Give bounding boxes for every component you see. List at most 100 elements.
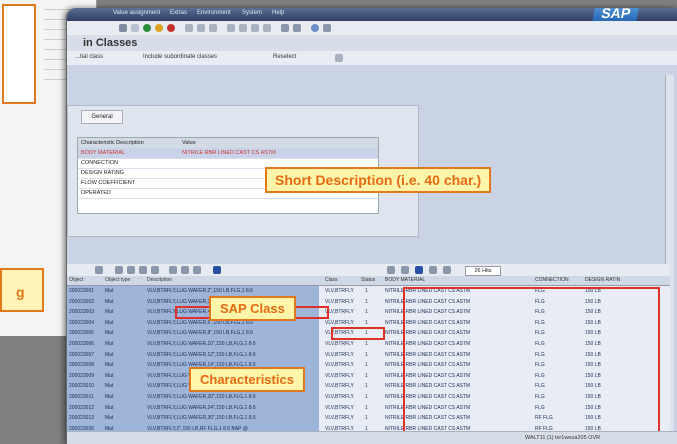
cell-desc: VLV,BTRFLY,LUG WAFER,10",150 LB,FLG,1 8.… (147, 341, 256, 347)
menu-help[interactable]: Help (272, 10, 284, 16)
status-bar: WALT11 (1) tsr1weua205 OVR (67, 431, 677, 444)
sort-desc-icon[interactable] (127, 266, 135, 274)
cell-desc: VLV,BTRFLY,LUG WAFER,24",150 LB,FLG,1 8.… (147, 404, 256, 411)
cell-obj: 200023010 (69, 383, 95, 390)
grid-header: Object Object type Description Class Sta… (67, 276, 670, 286)
cell-st: 1 (365, 341, 368, 347)
cell-desc: VLV,BTRFLY,LUG WAFER,8",150 LB,FLG,1 8.6 (147, 330, 253, 337)
cell-cls: VLV,BTRFLY (325, 415, 354, 422)
char-value[interactable]: NITRILE RBR LINED CAST CS ASTM (182, 150, 276, 156)
last-page-icon[interactable] (263, 24, 271, 32)
cell-cls: VLV,BTRFLY (325, 298, 354, 305)
background-callout: g (0, 268, 44, 312)
menu-system[interactable]: System (242, 10, 262, 16)
col-description[interactable]: Description (147, 277, 172, 283)
reselect-button[interactable]: Reselect (273, 54, 296, 60)
sap-main-window: Value assignment Extras Environment Syst… (66, 8, 677, 444)
include-subordinate-classes-button[interactable]: Include subordinate classes (143, 54, 217, 60)
cell-st: 1 (365, 351, 368, 358)
cell-obj: 200023002 (69, 298, 95, 305)
prev-page-icon[interactable] (239, 24, 247, 32)
cell-desc: VLV,BTRFLY,LUG WAFER,2",150 LB,FLG,1 8.6 (147, 288, 253, 294)
initial-class-button[interactable]: ...tial class (75, 54, 103, 60)
variant-icon[interactable] (443, 266, 451, 274)
export-icon[interactable] (181, 266, 189, 274)
cell-obj: 200023013 (69, 415, 95, 422)
find-next-icon[interactable] (209, 24, 217, 32)
page-title: in Classes (83, 37, 138, 49)
standard-toolbar (67, 21, 677, 36)
cell-st: 1 (365, 298, 368, 305)
cell-type: Mat (105, 288, 114, 294)
save-icon[interactable] (415, 266, 423, 274)
cell-type: Mat (105, 415, 114, 422)
char-header-value: Value (182, 140, 196, 146)
sap-class-callout: SAP Class (209, 296, 296, 321)
refresh-icon[interactable] (429, 266, 437, 274)
col-design-rating[interactable]: DESIGN RATIN (585, 277, 620, 283)
cell-st: 1 (365, 372, 368, 379)
cell-st: 1 (365, 309, 368, 316)
cell-cls: VLV,BTRFLY (325, 362, 354, 369)
menu-extras[interactable]: Extras (170, 10, 187, 16)
background-callout-text: g (16, 284, 25, 300)
exit-icon[interactable] (155, 24, 163, 32)
sort-asc-icon[interactable] (115, 266, 123, 274)
settings-icon[interactable] (335, 54, 343, 62)
info-icon[interactable] (213, 266, 221, 274)
col-connection[interactable]: CONNECTION (535, 277, 569, 283)
cell-st: 1 (365, 394, 368, 400)
col-status[interactable]: Status (361, 277, 375, 283)
cell-cls: VLV,BTRFLY (325, 372, 354, 379)
find-icon[interactable] (197, 24, 205, 32)
cell-type: Mat (105, 351, 114, 358)
cell-desc: VLV,BTRFLY,LUG WAFER,30",150 LB,FLG,1 8.… (147, 415, 256, 422)
background-red-frame (2, 4, 36, 104)
next-page-icon[interactable] (251, 24, 259, 32)
command-field-icon[interactable] (119, 24, 127, 32)
layout-grid-icon[interactable] (193, 266, 201, 274)
filter-icon[interactable] (139, 266, 147, 274)
char-name: CONNECTION (81, 160, 118, 166)
cancel-icon[interactable] (167, 24, 175, 32)
cell-desc: VLV,BTRFLY,LUG WAFER,12",150 LB,FLG,1 8.… (147, 351, 256, 358)
cell-type: Mat (105, 372, 114, 379)
col-body-material[interactable]: BODY MATERIAL (385, 277, 425, 283)
short-description-callout: Short Description (i.e. 40 char.) (265, 167, 492, 193)
cell-type: Mat (105, 298, 114, 305)
select-all-icon[interactable] (387, 266, 395, 274)
first-page-icon[interactable] (227, 24, 235, 32)
col-object[interactable]: Object (69, 277, 83, 283)
help-icon[interactable] (311, 24, 319, 32)
layout-icon[interactable] (323, 24, 331, 32)
menu-environment[interactable]: Environment (197, 10, 231, 16)
print-grid-icon[interactable] (169, 266, 177, 274)
back-icon[interactable] (143, 24, 151, 32)
enter-icon[interactable] (131, 24, 139, 32)
cell-cls: VLV,BTRFLY (325, 394, 354, 400)
tab-general[interactable]: General (81, 110, 123, 124)
title-bar: in Classes (67, 35, 677, 51)
sum-icon[interactable] (151, 266, 159, 274)
char-name: FLOW COEFFICIENT (81, 180, 136, 186)
cell-type: Mat (105, 383, 114, 390)
deselect-all-icon[interactable] (401, 266, 409, 274)
menu-value-assignment[interactable]: Value assignment (113, 10, 160, 16)
shortcut-icon[interactable] (293, 24, 301, 32)
col-object-type[interactable]: Object type (105, 277, 130, 283)
cell-type: Mat (105, 330, 114, 337)
col-class[interactable]: Class (325, 277, 338, 283)
cell-type: Mat (105, 341, 114, 347)
new-session-icon[interactable] (281, 24, 289, 32)
cell-obj: 200023003 (69, 309, 95, 316)
system-info: WALT11 (1) tsr1weua205 OVR (525, 435, 601, 441)
print-icon[interactable] (185, 24, 193, 32)
cell-cls: VLV,BTRFLY (325, 351, 354, 358)
cell-type: Mat (105, 319, 114, 326)
cell-cls: VLV,BTRFLY (325, 288, 354, 294)
menu-bar: Value assignment Extras Environment Syst… (67, 8, 677, 24)
cell-obj: 200023012 (69, 404, 95, 411)
cell-type: Mat (105, 404, 114, 411)
details-icon[interactable] (95, 266, 103, 274)
application-toolbar: ...tial class Include subordinate classe… (67, 51, 677, 66)
